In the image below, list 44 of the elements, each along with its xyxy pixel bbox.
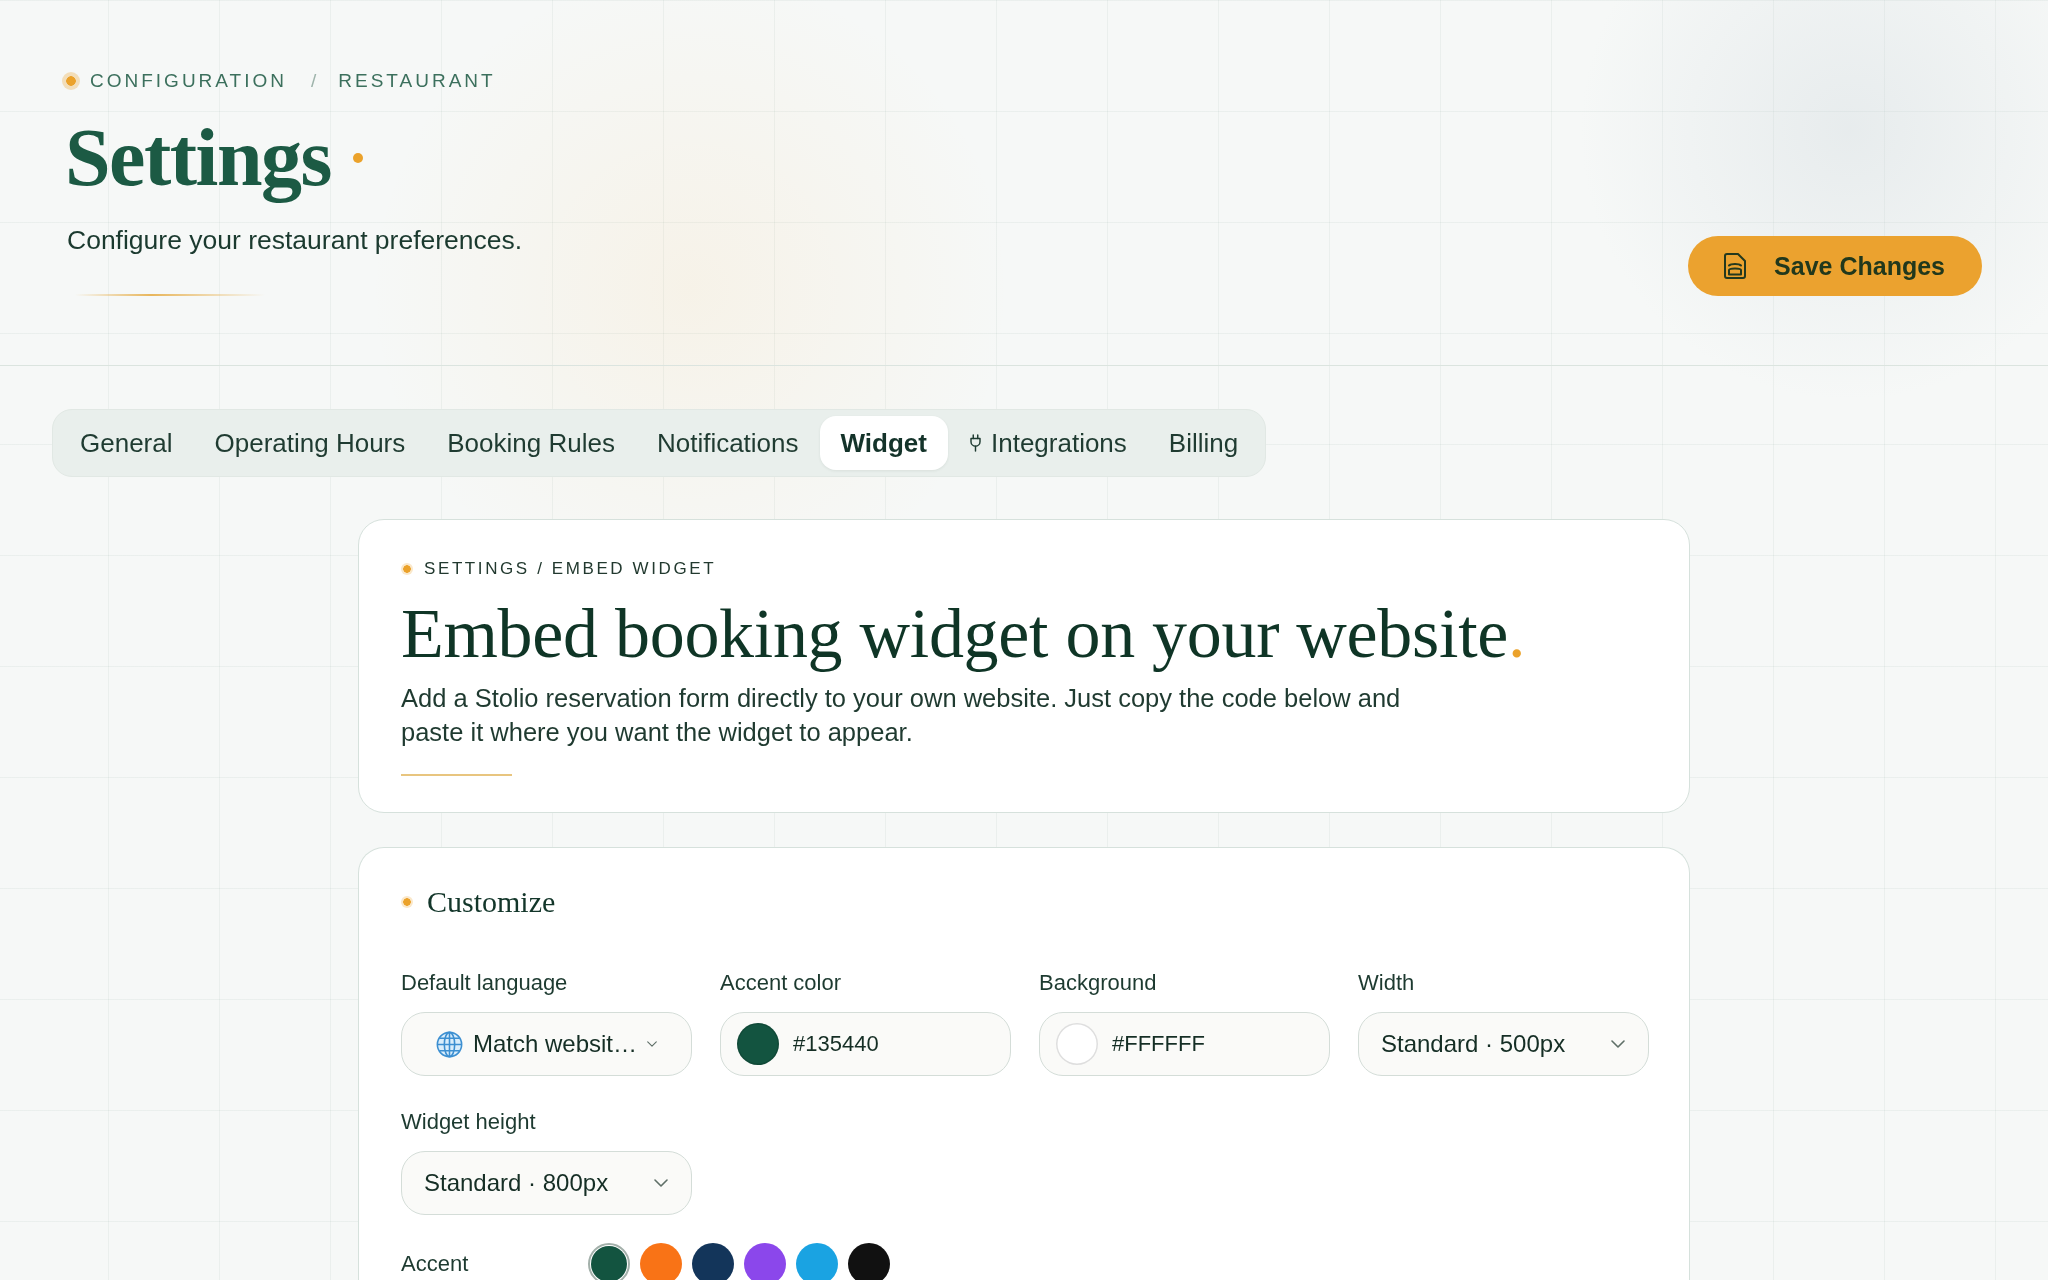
tab[interactable]: Integrations [947, 416, 1148, 470]
chevron-down-icon [647, 1041, 658, 1047]
tab[interactable]: Widget [819, 416, 948, 470]
color-swatch-icon[interactable] [848, 1243, 890, 1280]
tab[interactable]: Booking Rules [426, 416, 636, 470]
field-label: Accent color [720, 970, 843, 996]
dot-icon [352, 153, 363, 163]
card-title: Embed booking widget on your website. [401, 595, 1527, 672]
section-title: Customize [427, 884, 556, 920]
color-swatch-icon[interactable] [588, 1243, 630, 1280]
dot-icon [401, 896, 413, 908]
chevron-down-icon [1611, 1040, 1625, 1048]
dropdown[interactable]: Standard · 800px [401, 1151, 692, 1215]
color-swatch-icon[interactable] [744, 1243, 786, 1280]
color-swatch-icon[interactable] [692, 1243, 734, 1280]
tab[interactable]: General [59, 416, 194, 470]
save-button[interactable]: Save Changes [1688, 236, 1982, 296]
card-description: Add a Stolio reservation form directly to your own website. Just copy the code below and paste it where you want the widget to appear. [401, 683, 1402, 748]
page-subtitle: Configure your restaurant preferences. [67, 224, 523, 257]
page-title: Settings [65, 113, 331, 203]
dropdown[interactable]: Match websit… [401, 1012, 692, 1076]
field-label: Default language [401, 970, 569, 996]
field-label: Widget height [401, 1109, 537, 1135]
color-input[interactable]: #135440 [720, 1012, 1011, 1076]
breadcrumb-item: CONFIGURATION [90, 69, 287, 93]
dropdown[interactable]: Standard · 500px [1358, 1012, 1649, 1076]
globe-icon [435, 1030, 463, 1058]
dot-icon [62, 72, 80, 90]
tab[interactable]: Notifications [635, 416, 820, 470]
breadcrumb-separator: / [311, 69, 317, 93]
tab[interactable]: Operating Hours [193, 416, 427, 470]
plug-icon [968, 434, 982, 452]
breadcrumb-item: RESTAURANT [338, 69, 496, 93]
chevron-down-icon [654, 1179, 668, 1187]
save-icon [1724, 253, 1747, 279]
color-input[interactable]: #FFFFFF [1039, 1012, 1330, 1076]
field-label: Background [1039, 970, 1158, 996]
field-label: Width [1358, 970, 1416, 996]
dot-icon [401, 563, 413, 575]
field-label: Accent [401, 1251, 470, 1277]
color-swatch-icon[interactable] [640, 1243, 682, 1280]
color-swatch-icon[interactable] [796, 1243, 838, 1280]
card-breadcrumb: SETTINGS / EMBED WIDGET [424, 558, 717, 580]
tab[interactable]: Billing [1147, 416, 1260, 470]
